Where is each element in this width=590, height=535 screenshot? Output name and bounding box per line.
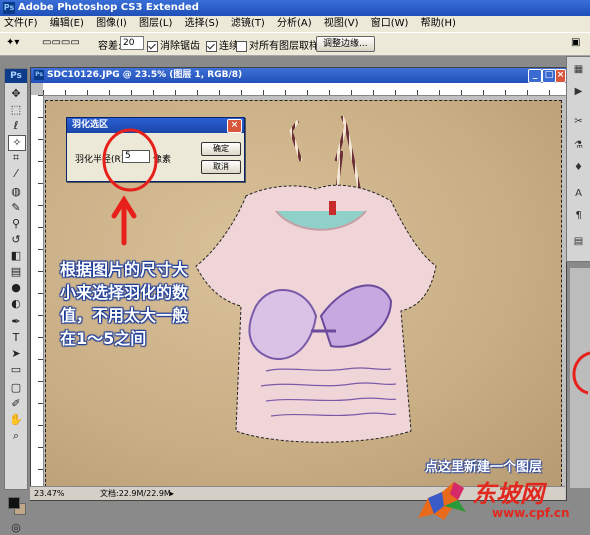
annotation-marks (102, 128, 158, 246)
panel-dock: ▦ ▶ ✂ ⚗ ♦ A ¶ ▤ (566, 56, 590, 262)
contiguous-checkbox[interactable] (206, 40, 217, 52)
brushes-icon[interactable]: ⚗ (571, 139, 586, 153)
menu-help[interactable]: 帮助(H) (421, 18, 456, 29)
move-tool-icon[interactable]: ✥ (8, 87, 24, 101)
watermark-url: www.cpf.cn (492, 506, 570, 520)
palette-well-icon[interactable]: ▣ (571, 37, 580, 48)
minimize-icon[interactable]: _ (528, 69, 542, 83)
antialias-checkbox[interactable] (147, 40, 158, 52)
antialias-label: 消除锯齿 (160, 41, 200, 52)
options-bar: ✦▾ ▭▭▭▭ 容差: 20 消除锯齿 连续 对所有图层取样 调整边缘... ▣ (0, 32, 590, 56)
refine-edge-button[interactable]: 调整边缘... (316, 36, 375, 52)
red-arrow (111, 195, 137, 246)
menu-analysis[interactable]: 分析(A) (277, 18, 312, 29)
doc-size: 文档:22.9M/22.9M (100, 489, 171, 498)
magic-wand-tool-icon[interactable]: ✧ (8, 135, 26, 151)
paragraph-icon[interactable]: ¶ (571, 209, 586, 223)
hand-tool-icon[interactable]: ✋ (8, 413, 24, 427)
maximize-icon[interactable]: □ (542, 69, 556, 83)
notes-tool-icon[interactable]: ▢ (8, 381, 24, 395)
horizontal-ruler (43, 83, 566, 96)
tools-preset-icon[interactable]: ✂ (571, 115, 586, 129)
toolbox: Ps ✥ ⬚ ℓ ✧ ⌗ ⁄ ◍ ✎ ⚲ ↺ ◧ ▤ ● ◐ ✒ T ➤ ▭ ▢… (4, 68, 28, 534)
quick-mask-icon[interactable]: ◎ (8, 521, 24, 535)
all-layers-checkbox[interactable] (236, 40, 247, 52)
document-title: SDC10126.JPG @ 23.5% (图层 1, RGB/8) (47, 70, 243, 80)
annotation-line: 值，不用太大一般 (60, 306, 189, 325)
red-circle-mark (572, 351, 590, 395)
document-icon: Ps (34, 70, 44, 80)
all-layers-label: 对所有图层取样 (249, 41, 319, 52)
annotation-line: 小来选择羽化的数 (60, 283, 189, 302)
zoom-level[interactable]: 23.47% (34, 487, 65, 500)
horse-logo-icon (418, 482, 466, 520)
menu-image[interactable]: 图像(I) (96, 18, 127, 29)
menu-window[interactable]: 窗口(W) (371, 18, 409, 29)
ok-button[interactable]: 确定 (201, 142, 241, 156)
close-icon[interactable]: × (555, 69, 566, 83)
navigator-icon[interactable]: ▦ (571, 63, 586, 77)
menu-filter[interactable]: 滤镜(T) (231, 18, 265, 29)
zoom-tool-icon[interactable]: ⌕ (8, 429, 24, 443)
shape-tool-icon[interactable]: ▭ (8, 363, 24, 377)
selection-mode-icons[interactable]: ▭▭▭▭ (42, 37, 80, 48)
history-brush-tool-icon[interactable]: ↺ (8, 233, 24, 247)
clone-source-icon[interactable]: ♦ (571, 161, 586, 175)
pen-tool-icon[interactable]: ✒ (8, 315, 24, 329)
gradient-tool-icon[interactable]: ▤ (8, 265, 24, 279)
layer-comps-icon[interactable]: ▤ (571, 235, 586, 249)
tolerance-input[interactable]: 20 (120, 36, 144, 50)
watermark-logo: 东坡网 www.cpf.cn (414, 472, 590, 532)
layers-panel-edge (570, 268, 590, 488)
annotation-callout: 根据图片的尺寸大 小来选择羽化的数 值，不用太大一般 在1～5之间 (60, 258, 210, 350)
cancel-button[interactable]: 取消 (201, 160, 241, 174)
blur-tool-icon[interactable]: ● (8, 281, 24, 295)
character-icon[interactable]: A (571, 187, 586, 201)
path-selection-tool-icon[interactable]: ➤ (8, 347, 24, 361)
magic-wand-preset-icon[interactable]: ✦▾ (6, 37, 19, 48)
document-title-bar: Ps SDC10126.JPG @ 23.5% (图层 1, RGB/8) _ … (31, 68, 566, 83)
brush-tool-icon[interactable]: ✎ (8, 201, 24, 215)
tolerance-label: 容差: (98, 41, 122, 52)
eraser-tool-icon[interactable]: ◧ (8, 249, 24, 263)
histogram-icon[interactable]: ▶ (571, 85, 586, 99)
annotation-line: 根据图片的尺寸大 (60, 260, 189, 279)
menu-bar: 文件(F) 编辑(E) 图像(I) 图层(L) 选择(S) 滤镜(T) 分析(A… (0, 16, 590, 32)
annotation-line: 在1～5之间 (60, 329, 147, 348)
marquee-tool-icon[interactable]: ⬚ (8, 103, 24, 117)
lasso-tool-icon[interactable]: ℓ (8, 119, 24, 133)
dialog-close-icon[interactable]: × (227, 119, 242, 133)
photoshop-icon: Ps (3, 2, 15, 14)
menu-view[interactable]: 视图(V) (324, 18, 359, 29)
title-bar: Ps Adobe Photoshop CS3 Extended (0, 0, 590, 16)
red-circle (102, 128, 158, 192)
status-arrow-icon[interactable]: ▸ (170, 487, 174, 500)
toolbox-logo: Ps (5, 69, 27, 83)
dodge-tool-icon[interactable]: ◐ (8, 297, 24, 311)
menu-select[interactable]: 选择(S) (185, 18, 219, 29)
watermark-text: 东坡网 (472, 480, 544, 508)
healing-brush-tool-icon[interactable]: ◍ (8, 185, 24, 199)
app-title: Adobe Photoshop CS3 Extended (18, 2, 199, 13)
menu-layer[interactable]: 图层(L) (139, 18, 172, 29)
clone-stamp-tool-icon[interactable]: ⚲ (8, 217, 24, 231)
type-tool-icon[interactable]: T (8, 331, 24, 345)
eyedropper2-tool-icon[interactable]: ✐ (8, 397, 24, 411)
foreground-color-swatch[interactable] (8, 497, 20, 509)
menu-file[interactable]: 文件(F) (4, 18, 38, 29)
crop-tool-icon[interactable]: ⌗ (8, 151, 24, 165)
eyedropper-tool-icon[interactable]: ⁄ (8, 167, 24, 181)
menu-edit[interactable]: 编辑(E) (50, 18, 84, 29)
vertical-ruler (31, 95, 44, 500)
